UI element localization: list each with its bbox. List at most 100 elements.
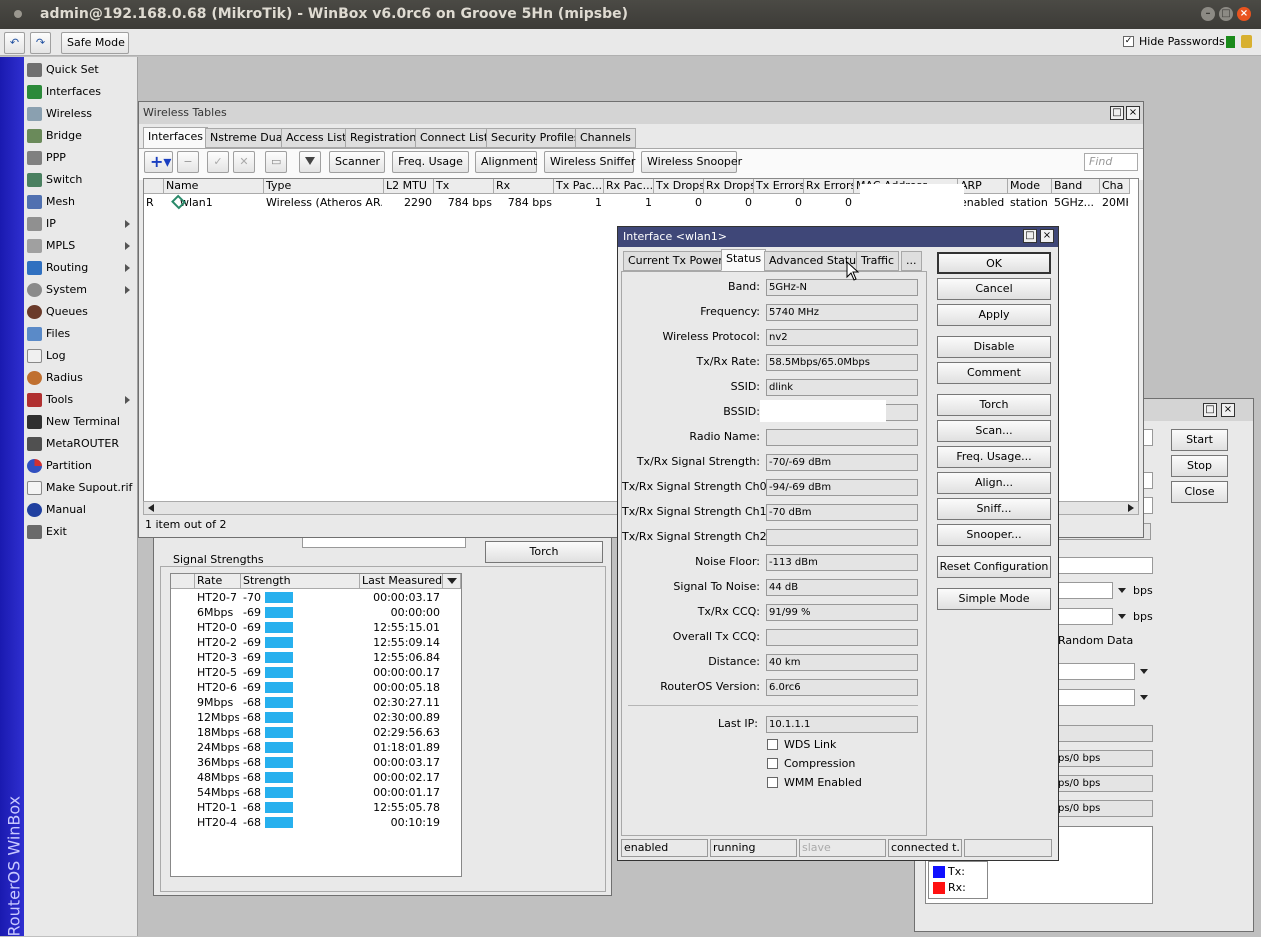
sidebar-item-mesh[interactable]: Mesh <box>24 191 138 213</box>
bg-field[interactable] <box>1055 557 1153 574</box>
tab-status[interactable]: Status <box>721 249 767 271</box>
torch-button[interactable]: Torch <box>485 541 603 563</box>
tab-interfaces[interactable]: Interfaces <box>143 127 208 149</box>
sidebar-item-files[interactable]: Files <box>24 323 138 345</box>
sniff-button[interactable]: Sniff... <box>937 498 1051 520</box>
undo-button[interactable]: ↶ <box>4 32 25 54</box>
column-header[interactable]: Rx <box>494 179 554 194</box>
menu-dot-icon[interactable] <box>14 10 22 18</box>
sidebar-item-ip[interactable]: IP <box>24 213 138 235</box>
tab-current-tx-power[interactable]: Current Tx Power <box>623 251 728 271</box>
tab-nstreme-dual[interactable]: Nstreme Dual <box>205 128 291 148</box>
close-icon[interactable]: × <box>1040 229 1054 243</box>
sidebar-item-log[interactable]: Log <box>24 345 138 367</box>
column-header[interactable]: Rx Drops <box>704 179 754 194</box>
sidebar-item-mpls[interactable]: MPLS <box>24 235 138 257</box>
add-button[interactable]: +▾ <box>144 151 173 173</box>
column-header[interactable]: Tx Errors <box>754 179 804 194</box>
sidebar-item-bridge[interactable]: Bridge <box>24 125 138 147</box>
maximize-icon[interactable]: □ <box>1219 7 1233 21</box>
bg-field[interactable] <box>1055 663 1135 680</box>
sidebar-item-tools[interactable]: Tools <box>24 389 138 411</box>
column-header[interactable]: L2 MTU <box>384 179 434 194</box>
column-header[interactable]: Tx <box>434 179 494 194</box>
sidebar-item-manual[interactable]: Manual <box>24 499 138 521</box>
minimize-icon[interactable]: – <box>1201 7 1215 21</box>
ok-button[interactable]: OK <box>937 252 1051 274</box>
sidebar-item-interfaces[interactable]: Interfaces <box>24 81 138 103</box>
scanner-button[interactable]: Scanner <box>329 151 385 173</box>
wireless-sniffer-button[interactable]: Wireless Sniffer <box>544 151 635 173</box>
bg-field[interactable] <box>1055 582 1113 599</box>
bg-field[interactable] <box>1055 608 1113 625</box>
maximize-icon[interactable]: □ <box>1023 229 1037 243</box>
column-header[interactable] <box>144 179 164 194</box>
scroll-left-icon[interactable] <box>148 504 154 512</box>
simple-mode-button[interactable]: Simple Mode <box>937 588 1051 610</box>
column-header[interactable]: Tx Drops <box>654 179 704 194</box>
sidebar-item-wireless[interactable]: Wireless <box>24 103 138 125</box>
col-rate[interactable]: Rate <box>195 574 241 589</box>
column-header[interactable]: Tx Pac... <box>554 179 604 194</box>
scan-button[interactable]: Scan... <box>937 420 1051 442</box>
start-button[interactable]: Start <box>1171 429 1228 451</box>
col-menu[interactable] <box>443 574 461 589</box>
sidebar-item-ppp[interactable]: PPP <box>24 147 138 169</box>
dropdown-arrow-icon[interactable] <box>1140 669 1148 674</box>
close-icon[interactable]: × <box>1126 106 1140 120</box>
scroll-right-icon[interactable] <box>1128 504 1134 512</box>
bg-field[interactable] <box>1055 689 1135 706</box>
sidebar-item-exit[interactable]: Exit <box>24 521 138 543</box>
bg-field[interactable] <box>1055 725 1153 742</box>
apply-button[interactable]: Apply <box>937 304 1051 326</box>
tab-more[interactable]: ... <box>901 251 922 271</box>
alignment-button[interactable]: Alignment <box>475 151 537 173</box>
comment-button[interactable]: ▭ <box>265 151 287 173</box>
sidebar-item-switch[interactable]: Switch <box>24 169 138 191</box>
torch-button[interactable]: Torch <box>937 394 1051 416</box>
column-header[interactable]: Type <box>264 179 384 194</box>
find-input[interactable]: Find <box>1084 153 1138 171</box>
disable-button[interactable]: Disable <box>937 336 1051 358</box>
maximize-icon[interactable]: □ <box>1203 403 1217 417</box>
safe-mode-button[interactable]: Safe Mode <box>61 32 129 54</box>
comment-button[interactable]: Comment <box>937 362 1051 384</box>
column-header[interactable]: Rx Errors <box>804 179 854 194</box>
wireless-snooper-button[interactable]: Wireless Snooper <box>641 151 742 173</box>
column-header[interactable]: Name <box>164 179 264 194</box>
wds-link-checkbox[interactable] <box>767 739 778 750</box>
sidebar-item-routing[interactable]: Routing <box>24 257 138 279</box>
tab-access-list[interactable]: Access List <box>281 128 352 148</box>
col-strength[interactable]: Strength <box>241 574 360 589</box>
filter-button[interactable] <box>299 151 321 173</box>
sidebar-item-new-terminal[interactable]: New Terminal <box>24 411 138 433</box>
cancel-button[interactable]: Cancel <box>937 278 1051 300</box>
col-last-measured[interactable]: Last Measured <box>360 574 443 589</box>
column-header[interactable]: ARP <box>958 179 1008 194</box>
reset-configuration-button[interactable]: Reset Configuration <box>937 556 1051 578</box>
redo-button[interactable]: ↷ <box>30 32 51 54</box>
close-icon[interactable]: × <box>1237 7 1251 21</box>
enable-button[interactable]: ✓ <box>207 151 229 173</box>
freq-usage-button[interactable]: Freq. Usage... <box>937 446 1051 468</box>
close-icon[interactable]: × <box>1221 403 1235 417</box>
snooper-button[interactable]: Snooper... <box>937 524 1051 546</box>
stop-button[interactable]: Stop <box>1171 455 1228 477</box>
wmm-enabled-checkbox[interactable] <box>767 777 778 788</box>
sidebar-item-system[interactable]: System <box>24 279 138 301</box>
column-header[interactable]: Cha <box>1100 179 1130 194</box>
sidebar-item-quick-set[interactable]: Quick Set <box>24 59 138 81</box>
align-button[interactable]: Align... <box>937 472 1051 494</box>
column-header[interactable]: Rx Pac... <box>604 179 654 194</box>
sidebar-item-make-supout[interactable]: Make Supout.rif <box>24 477 138 499</box>
column-header[interactable]: Mode <box>1008 179 1052 194</box>
hide-passwords-checkbox[interactable]: ✓ <box>1123 36 1134 47</box>
sidebar-item-queues[interactable]: Queues <box>24 301 138 323</box>
tab-traffic[interactable]: Traffic <box>856 251 900 271</box>
dropdown-arrow-icon[interactable] <box>1118 614 1126 619</box>
sidebar-item-radius[interactable]: Radius <box>24 367 138 389</box>
disable-button[interactable]: ✕ <box>233 151 255 173</box>
close-button[interactable]: Close <box>1171 481 1228 503</box>
dropdown-arrow-icon[interactable] <box>1140 695 1148 700</box>
freq-usage-button[interactable]: Freq. Usage <box>392 151 469 173</box>
